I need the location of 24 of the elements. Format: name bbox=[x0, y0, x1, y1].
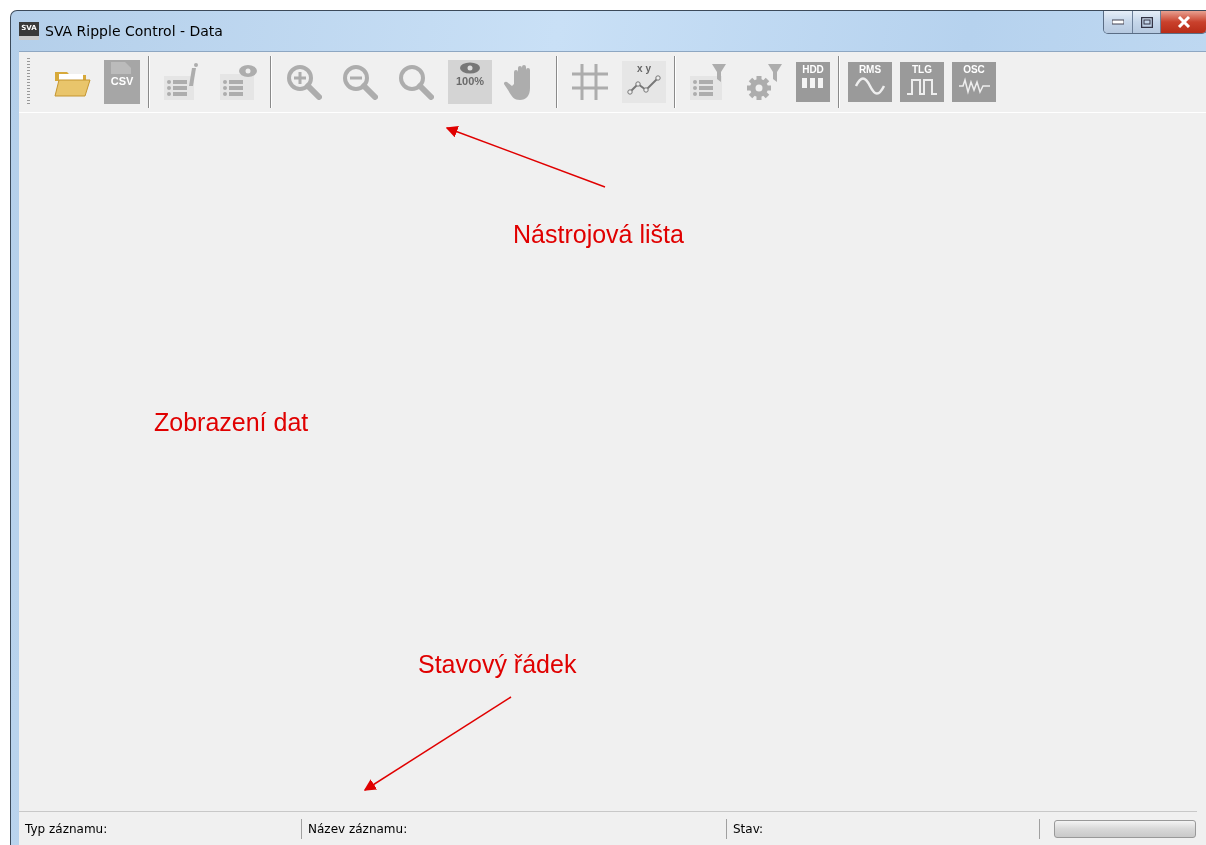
zoom-in-icon bbox=[284, 62, 324, 102]
window-title: SVA Ripple Control - Data bbox=[45, 23, 223, 39]
zoom-out-icon bbox=[340, 62, 380, 102]
list-filter-icon bbox=[688, 62, 728, 102]
eye-icon bbox=[459, 62, 481, 74]
maximize-button[interactable] bbox=[1132, 11, 1160, 33]
status-field: Název záznamu: bbox=[302, 818, 727, 839]
close-button[interactable] bbox=[1160, 11, 1206, 33]
square-wave-icon bbox=[905, 76, 939, 96]
minimize-icon bbox=[1112, 19, 1124, 25]
magnifier-icon bbox=[396, 62, 436, 102]
list-eye-icon bbox=[218, 62, 258, 102]
waveform-icon bbox=[957, 76, 991, 96]
maximize-icon bbox=[1140, 16, 1153, 28]
sine-wave-icon bbox=[853, 76, 887, 96]
gear-filter-icon bbox=[744, 62, 784, 102]
annotation-label: Stavový řádek bbox=[418, 650, 577, 679]
close-icon bbox=[1176, 16, 1191, 28]
annotation-label: Zobrazení dat bbox=[154, 408, 309, 437]
line-chart-icon bbox=[627, 75, 661, 95]
status-field: Stav: bbox=[727, 818, 1040, 839]
annotation-label: Nástrojová lišta bbox=[513, 220, 684, 249]
grid-icon bbox=[570, 62, 610, 102]
status-field: Typ záznamu: bbox=[19, 818, 302, 839]
